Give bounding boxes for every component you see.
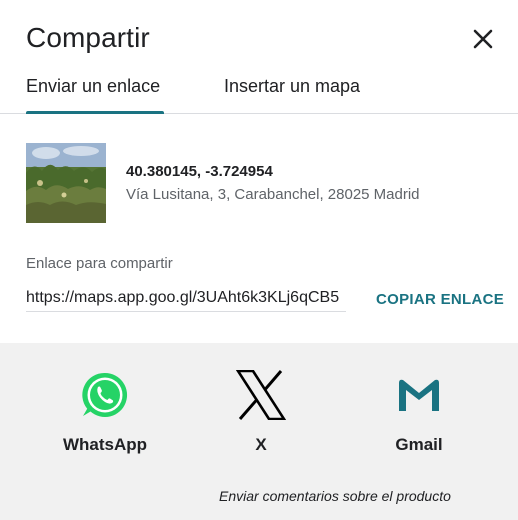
tab-send-link-label: Enviar un enlace: [26, 76, 161, 96]
tab-send-link[interactable]: Enviar un enlace: [26, 76, 164, 114]
share-link-label: Enlace para compartir: [26, 255, 173, 272]
share-dialog: Compartir Enviar un enlace Insertar un m…: [0, 0, 518, 520]
x-icon: [235, 369, 287, 421]
tab-bar: Enviar un enlace Insertar un mapa: [0, 70, 518, 114]
copy-link-button[interactable]: COPIAR ENLACE: [376, 291, 504, 308]
share-whatsapp-button[interactable]: WhatsApp: [50, 370, 160, 460]
share-targets-panel: WhatsApp X Gmail Enviar comentarios sobr…: [0, 343, 518, 520]
tab-embed-map[interactable]: Insertar un mapa: [224, 76, 360, 113]
dialog-title: Compartir: [26, 22, 150, 53]
tab-embed-map-label: Insertar un mapa: [224, 76, 361, 96]
share-x-label: X: [255, 435, 267, 454]
place-coordinates: 40.380145, -3.724954: [126, 163, 273, 180]
share-whatsapp-label: WhatsApp: [62, 435, 148, 454]
place-address: Vía Lusitana, 3, Carabanchel, 28025 Madr…: [126, 186, 420, 203]
active-tab-indicator: [26, 111, 164, 114]
gmail-icon: [394, 370, 444, 420]
share-gmail-label: Gmail: [395, 435, 443, 454]
send-feedback-link[interactable]: Enviar comentarios sobre el producto: [219, 488, 451, 504]
whatsapp-icon: [80, 370, 130, 420]
share-link-field[interactable]: [26, 284, 346, 312]
place-thumbnail: [26, 143, 106, 223]
close-icon[interactable]: [468, 24, 498, 54]
share-gmail-button[interactable]: Gmail: [364, 370, 474, 460]
share-x-button[interactable]: X: [206, 369, 316, 460]
